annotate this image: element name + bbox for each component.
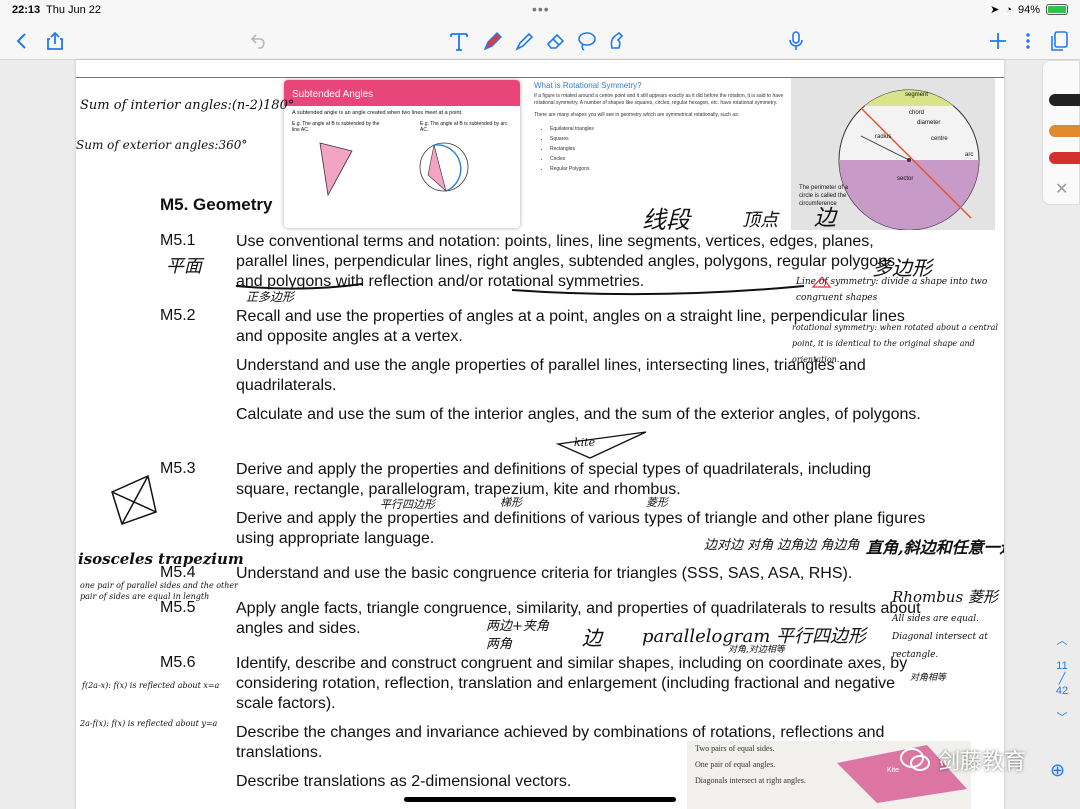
hw-edge: 边 — [814, 206, 837, 231]
hw-parallelogram-cn: 平行四边形 — [380, 498, 435, 511]
close-tray-icon[interactable]: ✕ — [1055, 179, 1068, 199]
orange-pen-icon[interactable] — [1049, 125, 1080, 137]
status-bar: 22:13 Thu Jun 22 ••• ➤ ◔ 94% — [0, 0, 1080, 20]
page-separator-icon: ╱ — [1058, 673, 1066, 685]
page-down-icon[interactable]: ﹀ — [1050, 709, 1074, 725]
hw-sum-exterior: Sum of exterior angles:360° — [76, 138, 248, 152]
pages-icon[interactable] — [1046, 28, 1072, 54]
hw-rotational: rotational symmetry: when rotated about … — [792, 323, 998, 364]
hw-plane: 平面 — [166, 256, 202, 277]
battery-percent: 94% — [1017, 3, 1040, 16]
black-pen-icon[interactable] — [1049, 94, 1080, 106]
hw-trapezium-cn: 梯形 — [500, 496, 522, 509]
status-date: Thu Jun 22 — [46, 4, 102, 16]
hw-iso-desc: one pair of parallel sides and the other… — [80, 581, 238, 601]
hw-isosceles: isosceles trapezium — [78, 550, 244, 568]
more-options-icon[interactable] — [1015, 28, 1041, 54]
location-icon: ➤ — [990, 4, 1000, 16]
battery-icon — [1046, 4, 1068, 15]
hw-line-segment: 线段 — [642, 206, 690, 234]
undo-icon[interactable] — [246, 28, 272, 54]
hw-rhombus-desc: All sides are equal. Diagonal intersect … — [892, 614, 988, 660]
document-page[interactable]: Subtended Angles A subtended angle is an… — [76, 60, 1004, 809]
text-tool-icon[interactable] — [446, 28, 472, 54]
lasso-icon[interactable] — [574, 28, 600, 54]
hw-angle-pair: 两边+夹角 两角 — [486, 619, 549, 652]
highlighter-icon[interactable] — [512, 28, 538, 54]
ink-strokes — [111, 276, 832, 525]
status-right: ➤ ◔ 94% — [990, 3, 1068, 16]
page-navigator[interactable]: ︿ 11 ╱ 42 ﹀ — [1050, 632, 1074, 725]
hw-sum-interior: Sum of interior angles:(n-2)180° — [80, 98, 295, 113]
wifi-icon: ◔ — [1005, 3, 1012, 16]
zoom-icon[interactable]: ⊕ — [1050, 760, 1065, 781]
total-pages: 42 — [1055, 685, 1069, 697]
hw-edge-2: 边 — [582, 626, 602, 650]
wechat-icon — [900, 748, 930, 771]
watermark: 剑藤教育 — [900, 744, 1026, 776]
page-up-icon[interactable]: ︿ — [1050, 632, 1074, 648]
hw-rhombus: Rhombus 菱形 — [892, 588, 998, 606]
microphone-icon[interactable] — [783, 28, 809, 54]
eraser-icon[interactable] — [543, 28, 569, 54]
hw-line-symmetry: Line of symmetry: divide a shape into tw… — [796, 277, 988, 303]
hw-parallelogram-cn2: 对角,对边相等 — [728, 645, 785, 655]
watermark-text: 剑藤教育 — [938, 749, 1027, 774]
hw-edge-angle: 边对边 对角 边角边 角边角 — [704, 538, 860, 553]
home-indicator[interactable] — [404, 797, 676, 802]
toolbar — [0, 20, 1080, 60]
back-chevron-icon[interactable] — [8, 28, 34, 54]
kite-label: Kite — [887, 767, 900, 774]
hw-rhombus-cn: 菱形 — [646, 496, 668, 509]
pen-tray: ✕ — [1042, 60, 1080, 205]
hw-rhombus-desc-cn: 对角相等 — [910, 673, 947, 683]
multitask-dots-icon[interactable]: ••• — [532, 1, 550, 17]
share-icon[interactable] — [42, 28, 68, 54]
hw-reflect-2: 2a-f(x): f(x) is reflected about y=a — [80, 719, 218, 728]
hw-regular-polygon: 正多边形 — [246, 290, 295, 304]
hw-rhs: 直角,斜边和任意一边 — [866, 538, 1004, 557]
red-pen-icon[interactable] — [1049, 152, 1080, 164]
element-tool-icon[interactable] — [605, 28, 631, 54]
hw-vertex: 顶点 — [742, 210, 778, 231]
current-page: 11 — [1056, 660, 1068, 672]
pen-tool-icon[interactable] — [480, 28, 506, 54]
hw-reflect-1: f(2a-x): f(x) is reflected about x=a — [82, 681, 220, 690]
add-page-icon[interactable] — [985, 28, 1011, 54]
hw-kite: kite — [574, 436, 596, 449]
status-time: 22:13 — [12, 4, 41, 16]
